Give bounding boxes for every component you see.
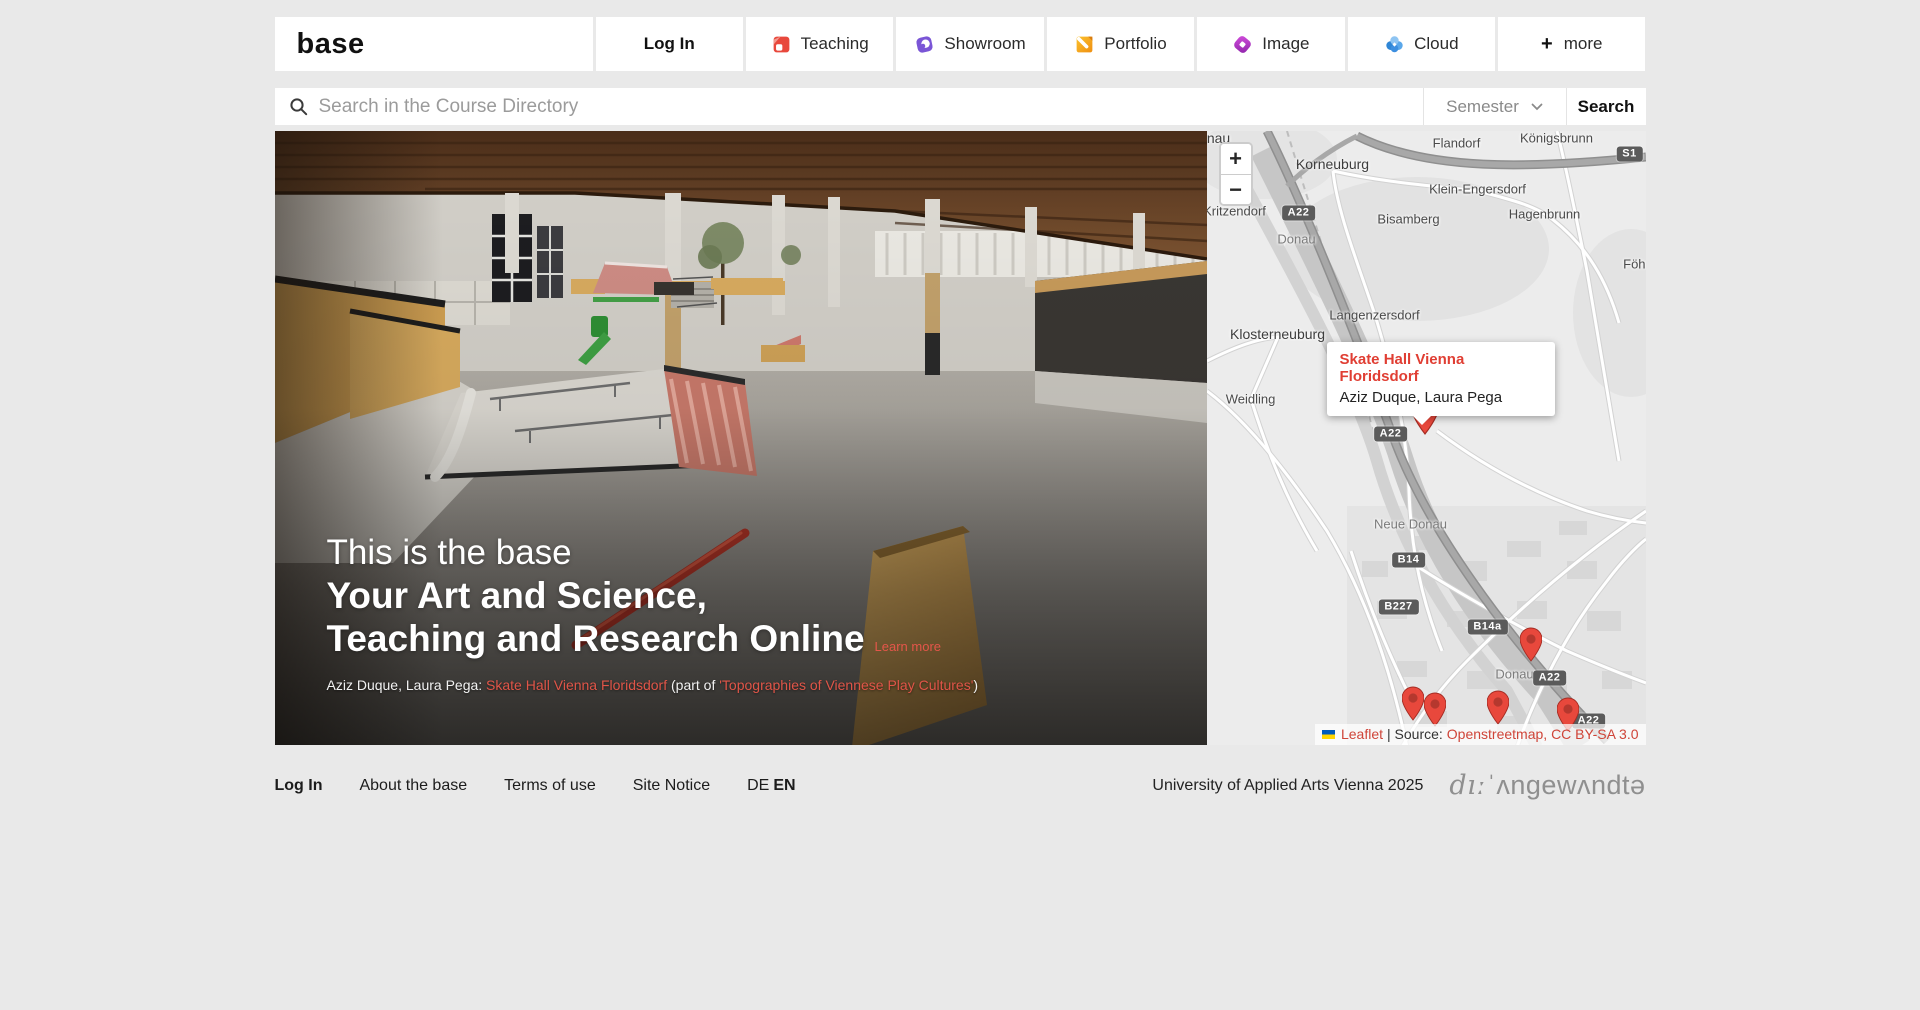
credit-topographies-link[interactable]: 'Topographies of Viennese Play Cultures' [719,677,973,693]
map-road-badge: A22 [1373,426,1408,442]
leaflet-link[interactable]: Leaflet [1341,726,1383,742]
nav-showroom-label: Showroom [944,34,1026,53]
map-place-label: Donau [1495,666,1534,682]
map-road-badge: B227 [1378,599,1419,615]
image-icon [1234,35,1252,53]
search-bar: Semester Search [274,88,1646,125]
map-road-badge: A22 [1532,670,1567,686]
footer-terms-link[interactable]: Terms of use [504,777,596,795]
footer-links: Log In About the base Terms of use Site … [275,777,796,795]
map-place-label: Hagenbrunn [1508,206,1581,222]
nav-cloud-label: Cloud [1414,34,1459,53]
nav-cloud[interactable]: Cloud [1347,17,1496,71]
portfolio-icon [1076,36,1093,52]
map-place-label: Korneuburg [1295,156,1370,172]
credit-project-link[interactable]: Skate Hall Vienna Floridsdorf [486,677,667,693]
nav-teaching-label: Teaching [800,34,869,53]
map-road-badge: S1 [1616,146,1643,162]
map-popup-tip [1412,416,1431,434]
search-field-area [275,88,1423,125]
chevron-down-icon [1531,103,1543,110]
hero-section: This is the base Your Art and Science, T… [274,131,1646,745]
nav-image[interactable]: Image [1197,17,1345,71]
footer-right: University of Applied Arts Vienna 2025 d… [1152,770,1645,801]
learn-more-link[interactable]: Learn more [875,639,941,654]
map-overlay: nau Korneuburg Flandorf Königsbrunn Kritzend… [1207,131,1646,745]
map-popup: Skate Hall Vienna Floridsdorf Aziz Duque… [1326,342,1555,425]
base-logo[interactable]: base [274,17,593,71]
map-marker[interactable] [1519,627,1542,667]
nav-more-button[interactable]: + more [1498,17,1646,71]
map-popup-title-link[interactable]: Skate Hall Vienna Floridsdorf [1340,351,1542,385]
language-switcher[interactable]: DE EN [747,777,795,795]
map-place-label: Donau [1277,231,1316,247]
attribution-divider: | Source: [1387,726,1443,742]
map-zoom-control: + − [1218,142,1253,206]
semester-dropdown[interactable]: Semester [1422,88,1566,125]
search-icon [289,97,307,115]
map-canvas[interactable]: nau Korneuburg Flandorf Königsbrunn Kritzend… [1206,131,1646,745]
search-input[interactable] [318,95,1423,118]
footer-copyright: University of Applied Arts Vienna 2025 [1152,776,1424,794]
nav-login-label: Log In [643,34,695,53]
hero-title-line2: Your Art and Science, [326,575,707,616]
footer-about-link[interactable]: About the base [359,777,467,795]
base-logo-text: base [296,27,365,60]
nav-teaching[interactable]: Teaching [745,17,894,71]
semester-dropdown-label: Semester [1446,96,1519,116]
map-place-label: Weidling [1225,391,1276,407]
map-place-label: Föhr [1623,256,1646,272]
footer: Log In About the base Terms of use Site … [275,770,1646,801]
nav-image-label: Image [1262,34,1310,53]
map-road-badge: B14a [1467,619,1508,635]
lang-de[interactable]: DE [747,777,769,794]
plus-icon: + [1541,33,1553,55]
nav-portfolio-label: Portfolio [1104,34,1167,53]
lang-en[interactable]: EN [773,777,795,794]
map-place-label: Bisamberg [1377,211,1440,227]
map-place-label: Flandorf [1432,135,1481,151]
footer-site-notice-link[interactable]: Site Notice [633,777,710,795]
page-content: base Log In Teaching Showroom Portfolio … [274,17,1646,801]
map-place-label: Neue Donau [1374,516,1447,532]
map-place-label: Königsbrunn [1520,131,1593,146]
nav-showroom[interactable]: Showroom [896,17,1044,71]
map-road-badge: A22 [1281,205,1316,221]
openstreetmap-link[interactable]: Openstreetmap, CC BY-SA 3.0 [1447,726,1639,742]
map-road-badge: B14 [1391,552,1426,568]
showroom-icon [916,35,934,53]
cloud-icon [1386,35,1403,52]
hero-title-line3: Teaching and Research Online Learn more [326,618,942,659]
map-attribution: Leaflet | Source: Openstreetmap, CC BY-S… [1314,724,1646,745]
nav-more-label: more [1563,34,1603,53]
zoom-in-button[interactable]: + [1220,144,1251,174]
top-navbar: base Log In Teaching Showroom Portfolio … [274,17,1646,71]
map-marker[interactable] [1401,686,1424,726]
nav-portfolio[interactable]: Portfolio [1046,17,1195,71]
map-popup-subtitle: Aziz Duque, Laura Pega [1339,389,1503,406]
hero-title-block: This is the base Your Art and Science, T… [327,531,942,668]
teaching-icon [773,36,789,52]
nav-login-button[interactable]: Log In [595,17,743,71]
map-place-label: Klosterneuburg [1230,326,1325,342]
search-button[interactable]: Search [1565,88,1646,125]
zoom-out-button[interactable]: − [1220,174,1251,204]
hero-credit-line: Aziz Duque, Laura Pega: Skate Hall Vienn… [326,677,979,693]
hero-image-skate-hall: This is the base Your Art and Science, T… [274,131,1207,745]
angewandte-logo[interactable]: dıːˈʌngewʌndtə [1449,770,1645,801]
ukraine-flag-icon [1321,729,1335,739]
hero-title-line1: This is the base [326,533,572,572]
map-place-label: Klein-Engersdorf [1429,181,1526,197]
footer-login-link[interactable]: Log In [275,777,323,795]
map-place-label: Langenzersdorf [1329,307,1420,323]
